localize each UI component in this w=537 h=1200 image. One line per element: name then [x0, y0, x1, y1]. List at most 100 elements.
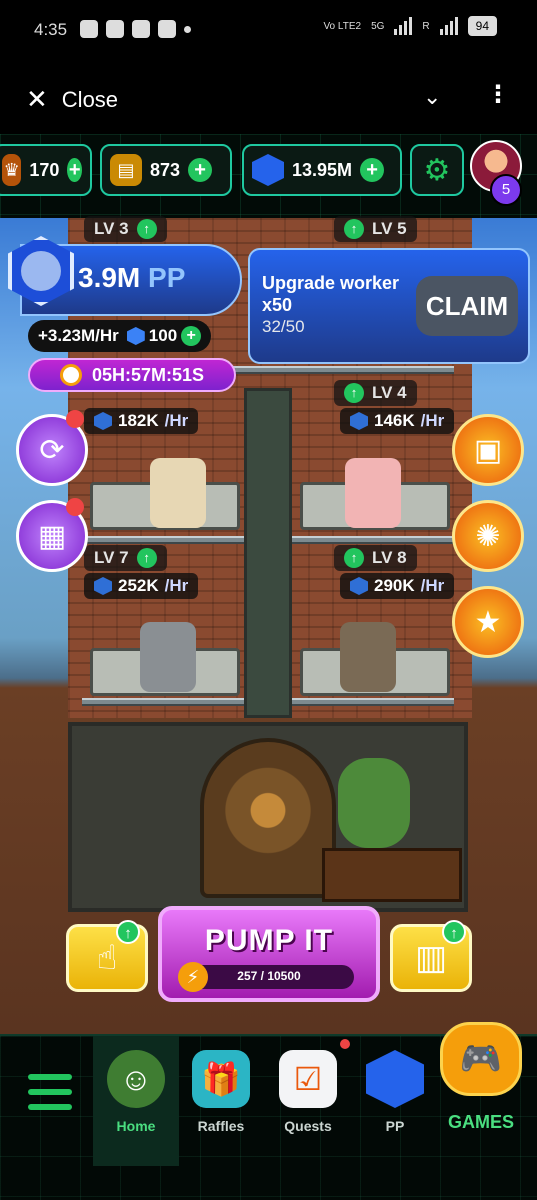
nav-quests[interactable]: ☑ Quests: [265, 1050, 351, 1134]
cash-icon: ▤: [110, 154, 142, 186]
wheel-icon: ✺: [475, 519, 501, 553]
nav-raffles-label: Raffles: [197, 1118, 245, 1134]
building-icon: ▥: [414, 939, 448, 977]
crown-icon: ♛: [2, 154, 22, 186]
boss-desk: [322, 848, 462, 902]
pp-coin-icon: [94, 577, 112, 595]
floor-level-tag[interactable]: ↑ LV 4: [334, 380, 417, 406]
stopwatch-icon: [59, 364, 82, 386]
floor-level-label: LV 4: [372, 383, 407, 402]
floor-rate-tag: 146K /Hr: [340, 408, 455, 434]
elevator-shaft: [244, 388, 292, 718]
gift-ticket-icon: 🎁: [192, 1050, 250, 1108]
upgrade-progress: 32/50: [262, 317, 305, 336]
cube-icon: ⟳: [39, 433, 65, 467]
nav-raffles[interactable]: 🎁 Raffles: [178, 1050, 264, 1134]
5g-label: 5G: [371, 20, 385, 32]
chevron-down-icon[interactable]: ⌄: [423, 84, 441, 110]
upgrade-arrow-icon: ↑: [442, 920, 466, 944]
notification-icon: [158, 20, 176, 38]
chicken-worker[interactable]: [150, 458, 206, 528]
gamepad-icon[interactable]: 🎮: [440, 1022, 522, 1096]
income-rate-chip: +3.23M/Hr 100 +: [28, 320, 212, 352]
trophy-star-icon: ★: [474, 605, 502, 639]
close-label: Close: [61, 86, 119, 112]
chest-icon: ▣: [473, 433, 503, 467]
pp-coin-icon: [350, 577, 368, 595]
notification-dot: [66, 498, 84, 516]
battery-icon: 94: [467, 16, 497, 36]
treasure-chest-button[interactable]: ▣: [452, 414, 524, 486]
vault-door[interactable]: [200, 738, 336, 898]
frog-boss[interactable]: [338, 758, 410, 848]
signal-icon: [394, 17, 413, 35]
add-pp-icon[interactable]: +: [360, 158, 385, 182]
crowns-pill[interactable]: ♛ 170 +: [0, 144, 92, 196]
pp-pill[interactable]: 13.95M +: [242, 144, 402, 196]
upgrade-title: Upgrade worker x50: [262, 273, 400, 315]
close-button[interactable]: ✕ Close: [26, 84, 118, 115]
app-title-bar: ✕ Close ⌄ ⋮: [0, 62, 537, 134]
floor-level-tag[interactable]: LV 7 ↑: [84, 545, 167, 571]
pp-value: 13.95M: [292, 159, 353, 180]
upgrade-arrow-icon[interactable]: ↑: [136, 219, 157, 239]
frog-home-icon: ☺: [107, 1050, 165, 1108]
more-notifications-icon: [184, 25, 191, 33]
countdown-timer: 05H:57M:51S: [28, 358, 236, 392]
upgrade-arrow-icon[interactable]: ↑: [136, 548, 157, 568]
notification-icons: [80, 20, 191, 38]
floor-level-tag[interactable]: ↑ LV 8: [334, 545, 417, 571]
add-cash-icon[interactable]: +: [188, 158, 213, 182]
floor-rate-tag: 182K /Hr: [84, 408, 199, 434]
floor-level-tag[interactable]: ↑ LV 5: [334, 216, 417, 242]
status-time: 4:35: [34, 20, 68, 39]
claim-button[interactable]: CLAIM: [416, 276, 518, 336]
floor-rate-unit: /Hr: [164, 411, 189, 430]
leaderboard-button[interactable]: ★: [452, 586, 524, 658]
pp-coin-icon: [350, 412, 368, 430]
cat-worker[interactable]: [140, 622, 196, 692]
income-rate-value: +3.23M/Hr: [38, 326, 119, 345]
player-level-value: 100: [148, 326, 178, 345]
nav-home[interactable]: ☺ Home: [93, 1050, 179, 1134]
floor-rate-unit: /Hr: [420, 576, 445, 595]
spin-wheel-button[interactable]: ✺: [452, 500, 524, 572]
notification-dot: [66, 410, 84, 428]
notification-dot: [340, 1039, 350, 1049]
system-indicators: Vo LTE2 5G R 94: [323, 16, 497, 36]
add-crowns-icon[interactable]: +: [67, 158, 82, 182]
pp-balance-unit: PP: [148, 262, 186, 293]
floor-level-tag[interactable]: LV 3 ↑: [84, 216, 167, 242]
calendar-icon: ▦: [37, 519, 67, 553]
add-level-icon[interactable]: +: [181, 326, 202, 346]
cash-value: 873: [150, 159, 181, 180]
more-vertical-icon[interactable]: ⋮: [486, 80, 510, 109]
raccoon-worker[interactable]: [340, 622, 396, 692]
cash-pill[interactable]: ▤ 873 +: [100, 144, 232, 196]
pig-worker[interactable]: [345, 458, 401, 528]
checklist-icon: ☑: [279, 1050, 337, 1108]
upgrade-arrow-icon[interactable]: ↑: [344, 219, 364, 239]
floor-rate-tag: 290K /Hr: [340, 573, 455, 599]
notification-icon: [106, 20, 124, 38]
hamburger-menu-icon[interactable]: [28, 1074, 72, 1110]
nav-games-label[interactable]: GAMES: [426, 1112, 536, 1133]
upgrade-arrow-icon[interactable]: ↑: [344, 548, 364, 568]
pp-balance-value: 3.9M: [78, 262, 141, 293]
floor-rate-value: 252K: [118, 576, 159, 595]
floor-rate-tag: 252K /Hr: [84, 573, 199, 599]
floor-level-label: LV 5: [372, 219, 407, 238]
player-level-chip: 100 +: [126, 326, 202, 346]
floor-rate-value: 290K: [374, 576, 415, 595]
floor-rate-value: 146K: [374, 411, 415, 430]
upgrade-arrow-icon: ↑: [116, 920, 140, 944]
status-bar: 4:35 Vo LTE2 5G R 94: [0, 0, 537, 62]
roaming-label: R: [422, 20, 430, 32]
floor-level-label: LV 7: [94, 548, 129, 567]
floor-level-label: LV 8: [372, 548, 407, 567]
floor-rate-unit: /Hr: [164, 576, 189, 595]
upgrade-arrow-icon[interactable]: ↑: [344, 383, 364, 403]
pp-coin-icon: [94, 412, 112, 430]
pp-coin-icon: [252, 154, 284, 186]
settings-button[interactable]: ⚙: [410, 144, 464, 196]
